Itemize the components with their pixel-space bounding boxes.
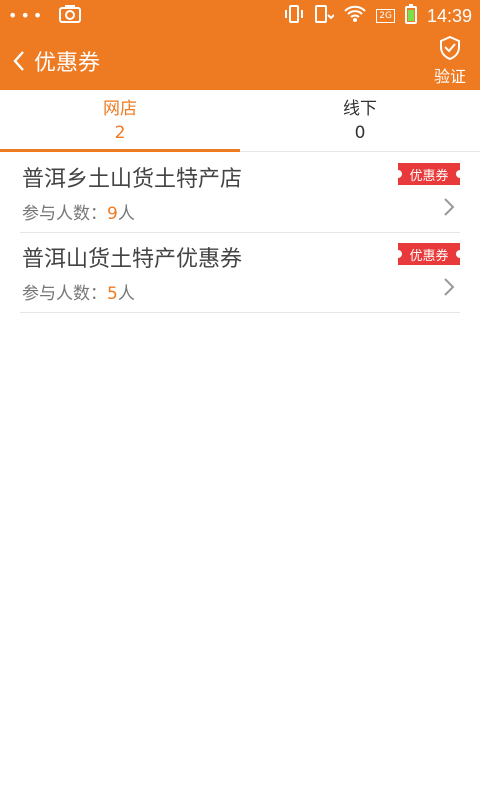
tab-online-store[interactable]: 网店 2 [0, 90, 240, 152]
item-participants: 参与人数：5人 [22, 279, 135, 304]
page-title: 优惠券 [34, 51, 101, 76]
vibrate-icon [284, 4, 304, 28]
chevron-left-icon [13, 51, 24, 71]
participants-count: 5 [107, 284, 118, 304]
participants-label: 参与人数： [22, 284, 107, 304]
item-title: 普洱山货土特产优惠券 [22, 247, 243, 272]
back-button[interactable] [2, 32, 36, 90]
screenshot-icon [59, 5, 82, 27]
tab-label: 线下 [343, 98, 377, 119]
chevron-right-icon [444, 198, 455, 216]
verify-label: 验证 [433, 67, 466, 86]
wifi-icon [344, 5, 366, 27]
tab-count: 0 [354, 122, 366, 143]
network-type-badge: 2G [376, 9, 395, 23]
participants-unit: 人 [117, 284, 135, 304]
tab-offline[interactable]: 线下 0 [240, 90, 480, 151]
coupon-badge: 优惠券 [394, 163, 464, 185]
list-item[interactable]: 普洱山货土特产优惠券 参与人数：5人 优惠券 [20, 233, 464, 313]
list-item[interactable]: 普洱乡土山货土特产店 参与人数：9人 优惠券 [20, 153, 464, 233]
clock: 14:39 [426, 5, 472, 26]
data-sync-icon [314, 4, 335, 28]
title-bar: 优惠券 验证 [0, 32, 480, 90]
shield-check-icon [440, 35, 460, 61]
participants-count: 9 [107, 204, 118, 224]
battery-icon [404, 4, 417, 28]
item-title: 普洱乡土山货土特产店 [22, 167, 243, 192]
tab-label: 网店 [103, 98, 137, 119]
participants-label: 参与人数： [22, 204, 107, 224]
more-notifications-icon: ••• [8, 6, 46, 25]
chevron-right-icon [444, 278, 455, 296]
participants-unit: 人 [117, 204, 135, 224]
verify-button[interactable]: 验证 [420, 32, 480, 90]
tab-bar: 网店 2 线下 0 [0, 90, 480, 152]
item-participants: 参与人数：9人 [22, 199, 135, 224]
status-bar: ••• 2G 14:39 [0, 0, 480, 32]
coupon-list: 普洱乡土山货土特产店 参与人数：9人 优惠券 普洱山货土特产优惠券 参与人数：5… [20, 153, 464, 313]
tab-count: 2 [114, 122, 126, 143]
coupon-badge: 优惠券 [394, 243, 464, 265]
